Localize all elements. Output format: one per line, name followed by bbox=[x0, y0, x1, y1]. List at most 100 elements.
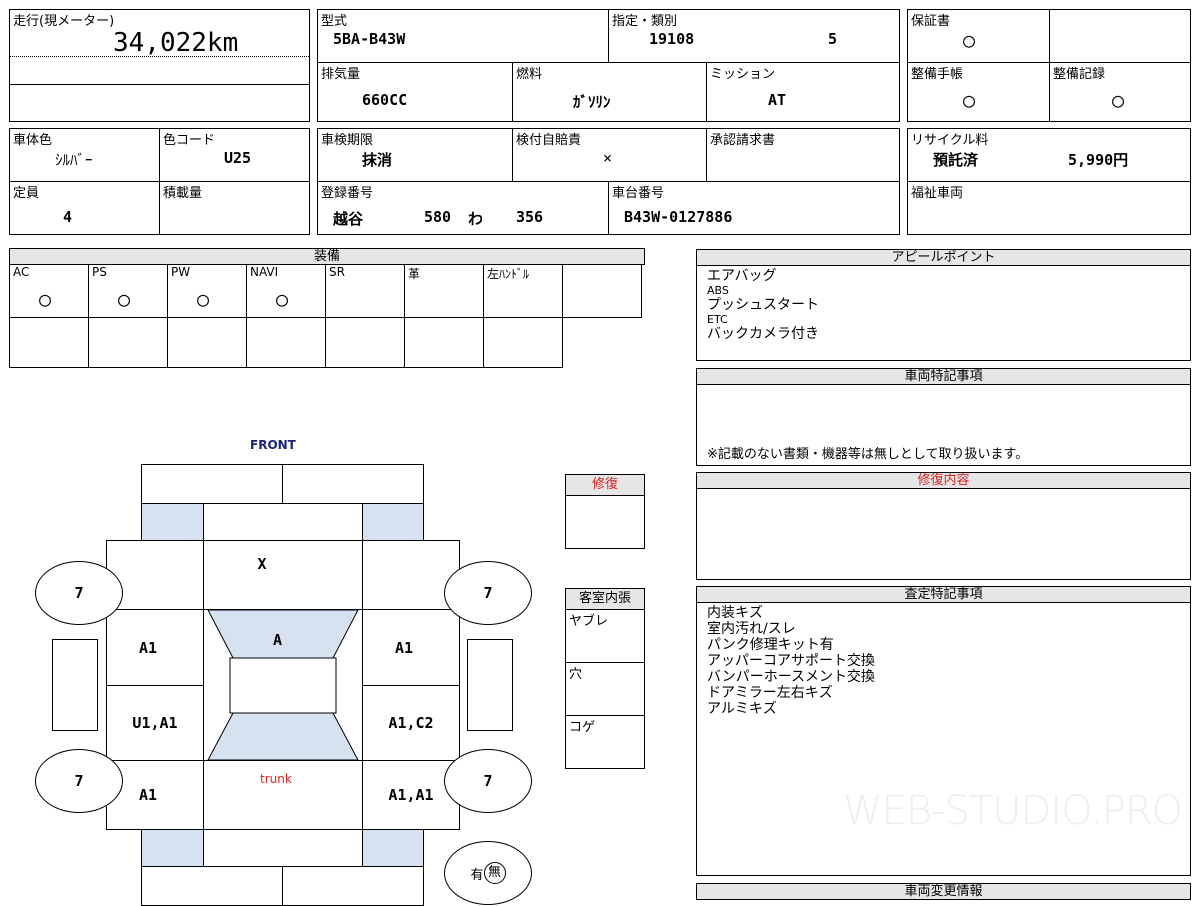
fuel-label: 燃料 bbox=[516, 67, 543, 82]
equipment-item: PW ○ bbox=[167, 264, 247, 318]
appeal-line: プッシュスタート bbox=[707, 297, 819, 313]
assessment-line: 室内汚れ/スレ bbox=[707, 621, 796, 637]
rear-left-door: U1,A1 bbox=[106, 685, 204, 761]
equipment-label: 左ﾊﾝﾄﾞﾙ bbox=[487, 267, 530, 281]
equipment-blank-cell bbox=[325, 317, 405, 368]
assessment-line: アッパーコアサポート交換 bbox=[707, 653, 875, 669]
appeal-line: ETC bbox=[707, 313, 728, 326]
rear-right-door: A1,C2 bbox=[362, 685, 460, 761]
rear-left-fender bbox=[141, 829, 204, 867]
interior-header: 客室内張 bbox=[565, 588, 645, 610]
changes-header: 車両変更情報 bbox=[696, 883, 1191, 900]
watermark: WEB-STUDIO.PRO bbox=[843, 788, 1183, 834]
left-side-step bbox=[52, 639, 98, 731]
displacement-value: 660CC bbox=[362, 91, 408, 109]
approval-label: 承認請求書 bbox=[710, 133, 776, 148]
cabin-glass bbox=[207, 609, 359, 761]
equipment-label: 革 bbox=[408, 267, 421, 281]
rear-window bbox=[207, 712, 359, 761]
displacement-cell: 排気量 660CC bbox=[317, 62, 513, 122]
color-code-value: U25 bbox=[224, 149, 252, 167]
equipment-label: PW bbox=[171, 265, 191, 279]
trunk-panel bbox=[203, 760, 363, 830]
equipment-blank-cell bbox=[483, 317, 563, 368]
assessment-line: バンパーホースメント交換 bbox=[707, 669, 875, 685]
interior-item-2: 穴 bbox=[565, 662, 645, 716]
color-code-cell: 色コード U25 bbox=[159, 128, 310, 182]
repair-box bbox=[565, 495, 645, 549]
equipment-item bbox=[562, 264, 642, 318]
assessment-line: パンク修理キット有 bbox=[707, 637, 834, 653]
appeal-line: バックカメラ付き bbox=[707, 326, 819, 342]
tire-rear-right: 7 bbox=[444, 749, 532, 813]
welfare-cell: 福祉車両 bbox=[907, 181, 1191, 235]
registration-label: 登録番号 bbox=[321, 186, 374, 201]
registration-area: 越谷 bbox=[333, 210, 364, 228]
special-notes-box: ※記載のない書類・機器等は無しとして取り扱います。 bbox=[696, 384, 1191, 466]
tire-front-right: 7 bbox=[444, 561, 532, 625]
registration-cell: 登録番号 越谷 580 わ 356 bbox=[317, 181, 609, 235]
capacity-label: 定員 bbox=[13, 186, 40, 201]
equipment-value: ○ bbox=[39, 287, 52, 311]
hood-front bbox=[203, 503, 363, 541]
recycle-amount: 5,990円 bbox=[1068, 151, 1129, 169]
front-bumper-right bbox=[282, 464, 424, 504]
model-label: 型式 bbox=[321, 14, 348, 29]
tire-front-left: 7 bbox=[35, 561, 123, 625]
assessment-line: アルミキズ bbox=[707, 701, 777, 717]
right-side-step bbox=[467, 639, 513, 731]
designation-cell: 指定・類別 19108 5 bbox=[608, 9, 900, 63]
hood-panel: X bbox=[203, 540, 363, 610]
chassis-value: B43W-0127886 bbox=[624, 208, 733, 226]
equipment-blank-cell bbox=[404, 317, 484, 368]
insurance-cell: 検付自賠責 × bbox=[512, 128, 707, 182]
insurance-label: 検付自賠責 bbox=[516, 133, 582, 148]
assessment-line: ドアミラー左右キズ bbox=[707, 685, 833, 701]
special-notes-header: 車両特記事項 bbox=[696, 368, 1191, 385]
repair-content-header: 修復内容 bbox=[696, 472, 1191, 489]
rear-bumper-left bbox=[141, 866, 283, 906]
equipment-blank-cell bbox=[246, 317, 326, 368]
color-cell: 車体色 ｼﾙﾊﾞｰ bbox=[9, 128, 160, 182]
inspection-cell: 車検期限 抹消 bbox=[317, 128, 513, 182]
assessment-line: 内装キズ bbox=[707, 605, 763, 621]
tire-rear-left: 7 bbox=[35, 749, 123, 813]
recycle-cell: リサイクル料 預託済 5,990円 bbox=[907, 128, 1191, 182]
maintenance-record-value: ○ bbox=[1112, 88, 1125, 112]
recycle-label: リサイクル料 bbox=[911, 133, 989, 148]
appeal-box: エアバッグ ABS プッシュスタート ETC バックカメラ付き bbox=[696, 265, 1191, 361]
front-left-door: A1 bbox=[106, 609, 204, 686]
front-label: FRONT bbox=[250, 438, 296, 452]
equipment-value: ○ bbox=[197, 287, 210, 311]
registration-kana: わ bbox=[468, 210, 484, 228]
equipment-blank-cell bbox=[88, 317, 168, 368]
windshield bbox=[207, 609, 359, 659]
chassis-cell: 車台番号 B43W-0127886 bbox=[608, 181, 900, 235]
windshield-damage: A bbox=[273, 631, 283, 649]
warranty-cell: 保証書 ○ bbox=[907, 9, 1050, 63]
appeal-line: エアバッグ bbox=[707, 268, 777, 284]
insurance-value: × bbox=[603, 149, 613, 167]
hood-damage: X bbox=[257, 555, 267, 573]
model-cell: 型式 5BA-B43W bbox=[317, 9, 609, 63]
color-code-label: 色コード bbox=[163, 133, 216, 148]
equipment-label: PS bbox=[92, 265, 107, 279]
displacement-label: 排気量 bbox=[321, 67, 361, 82]
front-right-fender bbox=[362, 503, 424, 541]
equipment-label: AC bbox=[13, 265, 30, 279]
capacity-value: 4 bbox=[63, 208, 73, 226]
rear-bumper-right bbox=[282, 866, 424, 906]
trunk-label: trunk bbox=[260, 772, 292, 786]
equipment-label: SR bbox=[329, 265, 345, 279]
maintenance-book-value: ○ bbox=[963, 88, 976, 112]
inspection-value: 抹消 bbox=[362, 151, 393, 169]
warranty-label: 保証書 bbox=[911, 14, 951, 29]
registration-number: 356 bbox=[516, 208, 544, 226]
equipment-item: 革 bbox=[404, 264, 484, 318]
interior-item-1: ヤブレ bbox=[565, 609, 645, 663]
spare-has-label: 有 bbox=[470, 867, 484, 883]
fuel-value: ｶﾞｿﾘﾝ bbox=[573, 93, 611, 111]
equipment-item: NAVI ○ bbox=[246, 264, 326, 318]
mileage-value: 34,022km bbox=[113, 28, 239, 58]
equipment-item: 左ﾊﾝﾄﾞﾙ bbox=[483, 264, 563, 318]
